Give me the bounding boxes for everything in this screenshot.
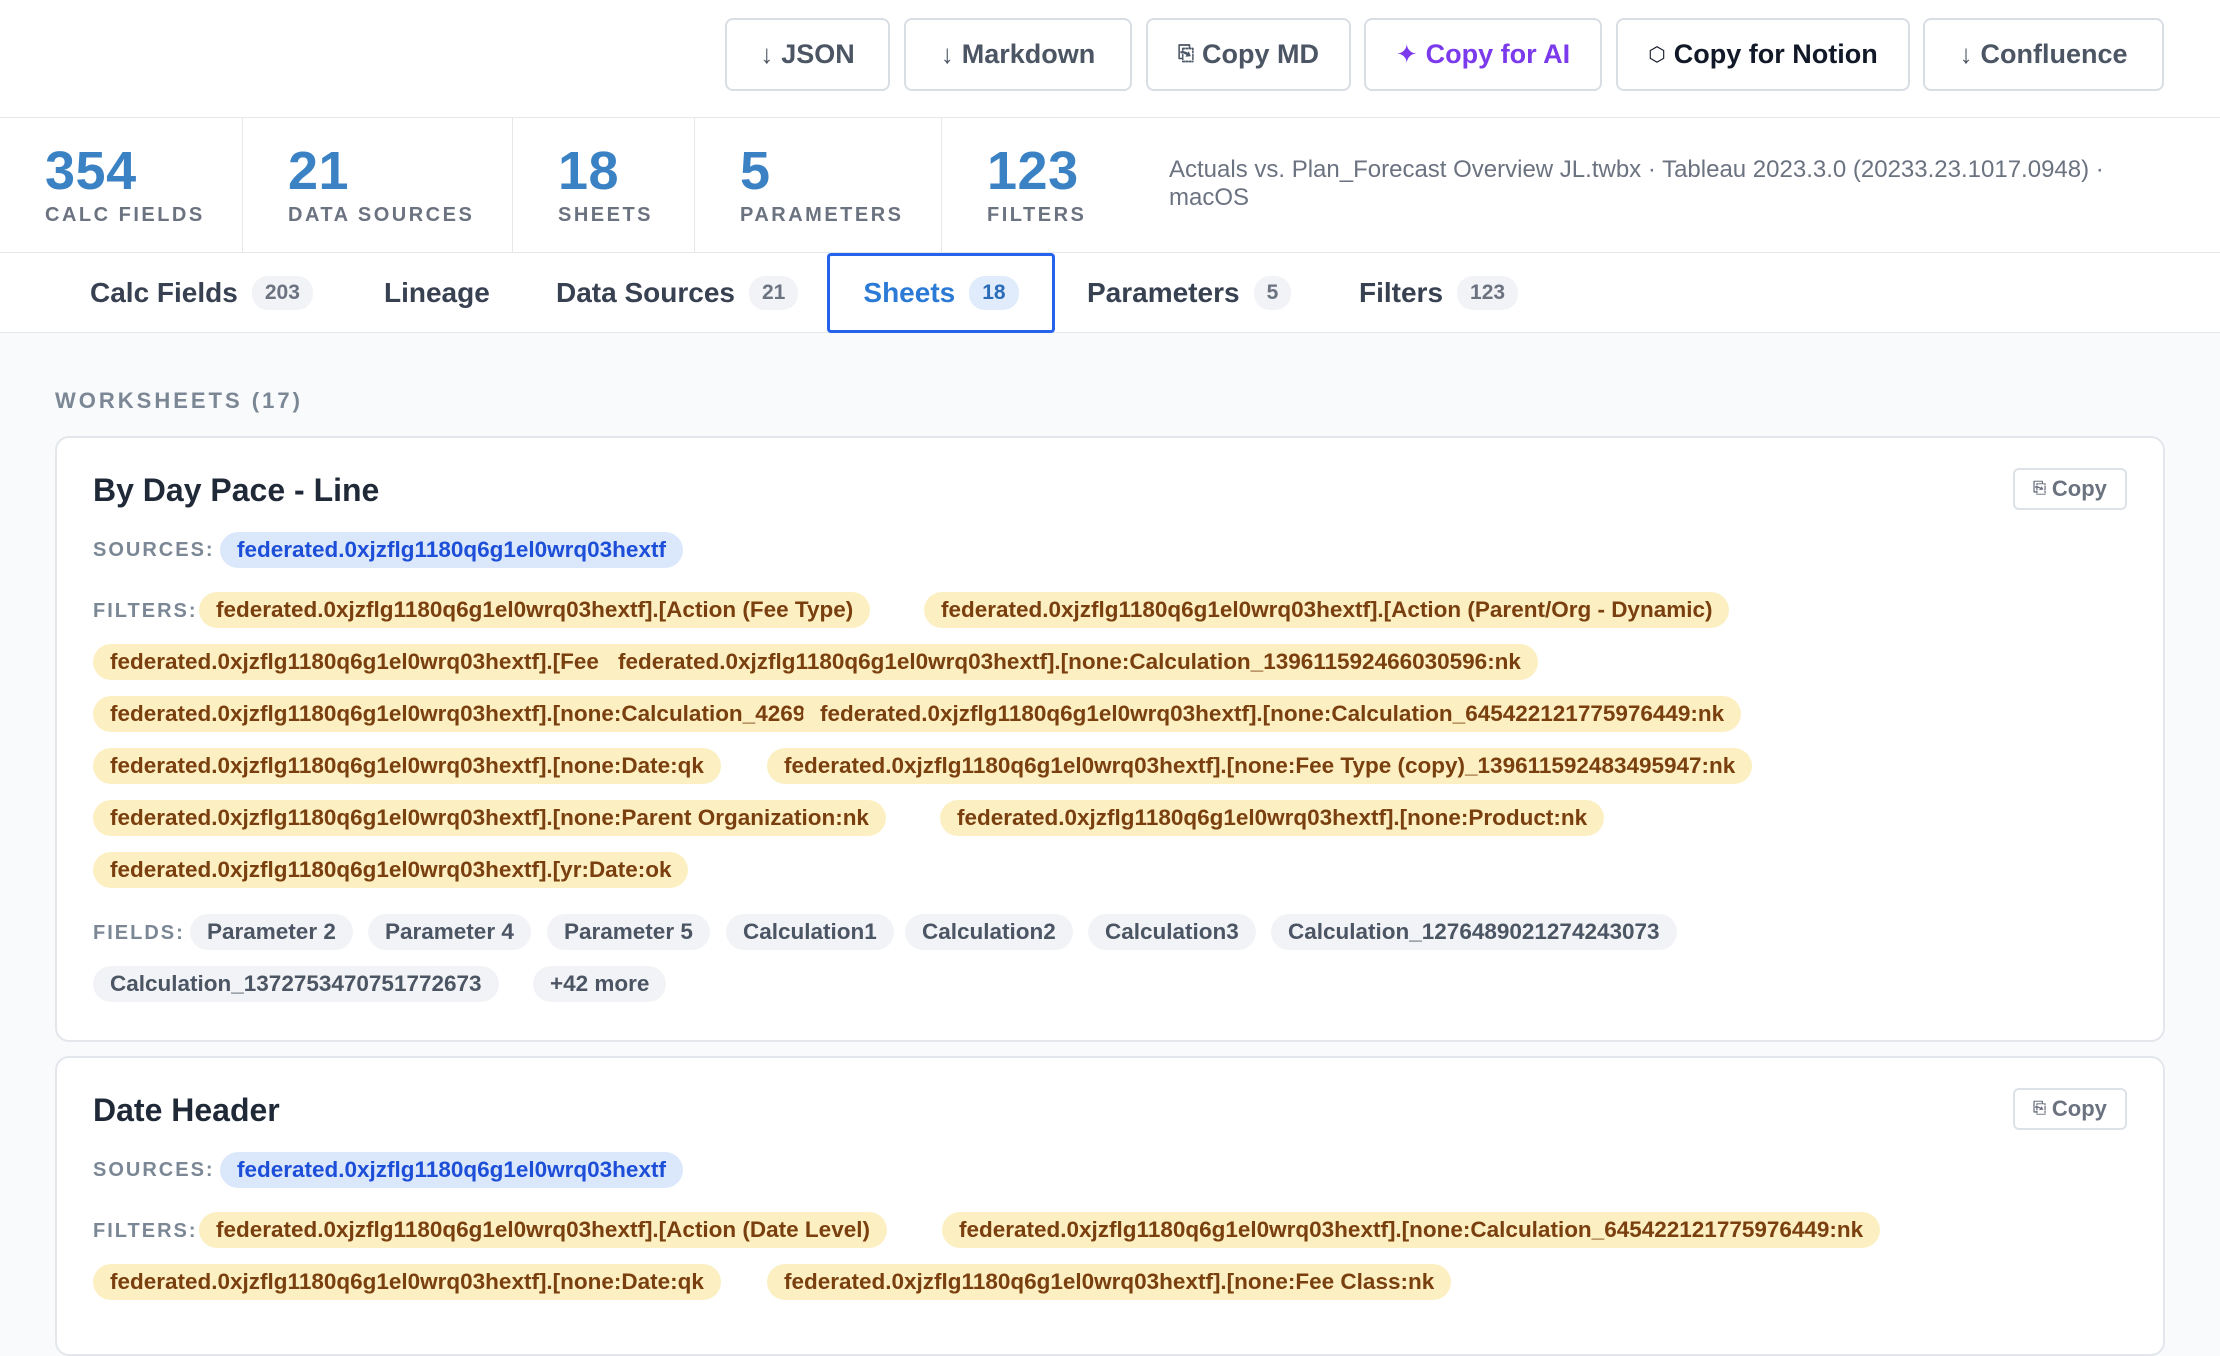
tab-label: Filters [1359,277,1444,308]
tab-bar: Calc Fields 203 Lineage Data Sources 21 … [0,253,2220,333]
filter-chip: federated.0xjzflg1180q6g1el0wrq03hextf].… [767,1264,1452,1300]
stat-value: 123 [987,141,1079,201]
filter-chip: federated.0xjzflg1180q6g1el0wrq03hextf].… [93,800,886,836]
worksheet-card: By Day Pace - Line ⎘ Copy SOURCES: feder… [55,436,2165,1042]
download-confluence-button[interactable]: ↓ Confluence [1923,18,2164,91]
download-arrow-icon: ↓ [760,39,774,69]
field-chip: Calculation2 [905,914,1073,950]
download-arrow-icon: ↓ [940,39,954,69]
filter-chip: federated.0xjzflg1180q6g1el0wrq03hextf].… [601,644,1538,680]
worksheets-heading: WORKSHEETS (17) [55,388,303,413]
copy-md-label: Copy MD [1202,39,1319,69]
stat-value: 18 [558,141,620,201]
stat-label: SHEETS [558,204,654,226]
tab-count-badge: 123 [1457,276,1519,310]
tab-label: Parameters [1087,277,1240,308]
copy-md-button[interactable]: ⎘ Copy MD [1146,18,1351,91]
copy-icon: ⎘ [1178,43,1194,65]
stat-value: 21 [288,141,350,201]
field-chip: Parameter 5 [547,914,710,950]
stat-value: 5 [740,141,771,201]
filter-chip: federated.0xjzflg1180q6g1el0wrq03hextf].… [942,1212,1881,1248]
worksheet-title: Date Header [93,1092,280,1128]
tab-count-badge: 5 [1253,276,1292,310]
download-json-button[interactable]: ↓ JSON [725,18,890,91]
source-chip[interactable]: federated.0xjzflg1180q6g1el0wrq03hextf [220,1152,683,1188]
stat-value: 354 [45,141,137,201]
worksheet-card: Date Header ⎘ Copy SOURCES: federated.0x… [55,1056,2165,1356]
copy-worksheet-button[interactable]: ⎘ Copy [2013,468,2127,510]
copy-for-notion-button[interactable]: ⬡ Copy for Notion [1616,18,1910,91]
field-chip: Parameter 4 [368,914,531,950]
filter-chip: federated.0xjzflg1180q6g1el0wrq03hextf].… [93,852,689,888]
filter-chip: federated.0xjzflg1180q6g1el0wrq03hextf].… [199,592,871,628]
field-chip: Calculation_1276489021274243073 [1271,914,1677,950]
stat-label: CALC FIELDS [45,204,205,226]
tab-count-badge: 18 [969,276,1019,310]
workbook-meta: Actuals vs. Plan_Forecast Overview JL.tw… [1169,156,2104,211]
stat-filters: 123 FILTERS [942,118,1141,253]
notion-hexagon-icon: ⬡ [1648,44,1666,66]
sources-label: SOURCES: [93,539,215,561]
export-toolbar: ↓ JSON ↓ Markdown ⎘ Copy MD ✦ Copy for A… [0,0,2220,118]
field-chip: Calculation1 [726,914,894,950]
stat-label: FILTERS [987,204,1087,226]
tab-lineage[interactable]: Lineage [384,253,490,333]
filter-chip: federated.0xjzflg1180q6g1el0wrq03hextf].… [924,592,1730,628]
copy-for-notion-label: Copy for Notion [1673,39,1878,69]
filter-chip: federated.0xjzflg1180q6g1el0wrq03hextf].… [93,748,721,784]
fields-label: FIELDS: [93,922,185,944]
filter-chip: federated.0xjzflg1180q6g1el0wrq03hextf].… [199,1212,887,1248]
filter-chip: federated.0xjzflg1180q6g1el0wrq03hextf].… [767,748,1753,784]
copy-icon: ⎘ [2033,480,2046,497]
field-chip: Calculation3 [1088,914,1256,950]
copy-label: Copy [2051,1096,2107,1121]
filter-chip: federated.0xjzflg1180q6g1el0wrq03hextf].… [940,800,1605,836]
download-json-label: JSON [781,39,855,69]
copy-for-ai-label: Copy for AI [1425,39,1571,69]
stat-parameters: 5 PARAMETERS [695,118,942,253]
stat-sheets: 18 SHEETS [513,118,695,253]
tab-filters[interactable]: Filters 123 [1359,253,1519,333]
copy-label: Copy [2051,476,2107,501]
stat-label: DATA SOURCES [288,204,475,226]
download-markdown-label: Markdown [961,39,1096,69]
tab-count-badge: 21 [748,276,799,310]
tab-data-sources[interactable]: Data Sources 21 [556,253,799,333]
tab-sheets[interactable]: Sheets 18 [827,253,1055,333]
copy-icon: ⎘ [2033,1100,2046,1117]
tab-label: Sheets [863,277,956,308]
filter-chip: federated.0xjzflg1180q6g1el0wrq03hextf].… [803,696,1742,732]
field-chip: Calculation_1372753470751772673 [93,966,499,1002]
sparkle-icon: ✦ [1395,39,1418,69]
tab-label: Lineage [384,277,490,308]
tab-label: Data Sources [556,277,735,308]
stat-calc-fields: 354 CALC FIELDS [0,118,243,253]
tab-label: Calc Fields [90,277,238,308]
filters-label: FILTERS: [93,1220,198,1242]
more-fields-chip[interactable]: +42 more [533,966,667,1002]
copy-for-ai-button[interactable]: ✦ Copy for AI [1364,18,1602,91]
source-chip[interactable]: federated.0xjzflg1180q6g1el0wrq03hextf [220,532,683,568]
field-chip: Parameter 2 [190,914,353,950]
copy-worksheet-button[interactable]: ⎘ Copy [2013,1088,2127,1130]
tab-parameters[interactable]: Parameters 5 [1087,253,1292,333]
filters-label: FILTERS: [93,600,198,622]
sources-label: SOURCES: [93,1159,215,1181]
download-confluence-label: Confluence [1980,39,2128,69]
download-markdown-button[interactable]: ↓ Markdown [904,18,1132,91]
download-arrow-icon: ↓ [1959,39,1973,69]
tab-calc-fields[interactable]: Calc Fields 203 [90,253,313,333]
stat-label: PARAMETERS [740,204,904,226]
stat-data-sources: 21 DATA SOURCES [243,118,513,253]
tab-count-badge: 203 [251,276,313,310]
worksheet-title: By Day Pace - Line [93,472,380,508]
filter-chip: federated.0xjzflg1180q6g1el0wrq03hextf].… [93,1264,721,1300]
